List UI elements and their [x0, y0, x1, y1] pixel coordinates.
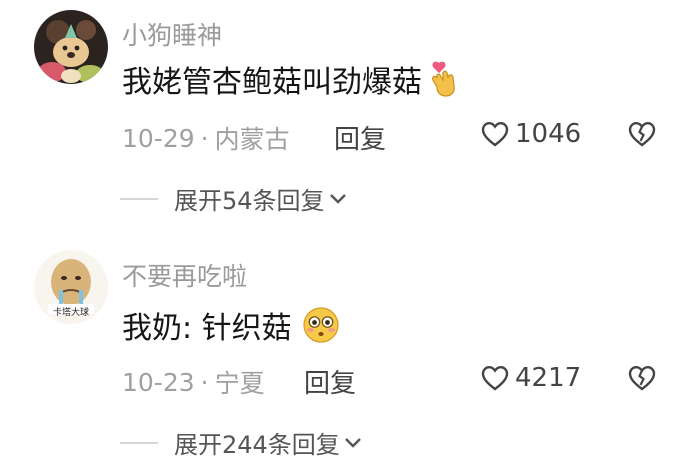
- comment-location: 内蒙古: [214, 125, 290, 154]
- comment-meta: 10-23 · 宁夏: [122, 364, 265, 400]
- chevron-down-icon: [344, 437, 362, 449]
- avatar[interactable]: 卡塔大球: [34, 250, 108, 324]
- comment-body: 我奶: 针织菇: [122, 311, 292, 346]
- divider-line: [120, 441, 158, 444]
- dislike-button[interactable]: [627, 121, 657, 147]
- heart-icon: [481, 121, 509, 147]
- expand-replies-label: 展开54条回复: [174, 187, 325, 215]
- avatar-image: [34, 10, 108, 84]
- like-count: 4217: [515, 363, 582, 393]
- flushed-face-emoji-icon: [302, 306, 340, 344]
- comment-text: 我奶: 针织菇: [122, 303, 340, 347]
- meta-separator: ·: [200, 367, 209, 397]
- username[interactable]: 不要再吃啦: [122, 257, 247, 293]
- chevron-down-icon: [329, 193, 347, 205]
- comment-date: 10-29: [122, 123, 195, 153]
- comment-location: 宁夏: [214, 369, 265, 398]
- like-button[interactable]: 4217: [481, 363, 581, 393]
- heart-icon: [481, 365, 509, 391]
- comment-body: 我姥管杏鲍菇叫劲爆菇: [122, 65, 422, 100]
- expand-replies[interactable]: 展开54条回复: [120, 181, 347, 216]
- avatar[interactable]: [34, 10, 108, 84]
- finger-heart-emoji-icon: [428, 60, 458, 98]
- comment-date: 10-23: [122, 367, 195, 397]
- meta-separator: ·: [200, 123, 209, 153]
- expand-replies-label: 展开244条回复: [174, 431, 340, 459]
- expand-replies[interactable]: 展开244条回复: [120, 425, 362, 459]
- reply-button[interactable]: 回复: [304, 363, 356, 400]
- comment-list: 小狗睡神 我姥管杏鲍菇叫劲爆菇 10-29 · 内蒙古 回复 1046 展开54…: [0, 0, 690, 459]
- divider-line: [120, 197, 158, 200]
- broken-heart-icon: [628, 121, 656, 147]
- comment-text: 我姥管杏鲍菇叫劲爆菇: [122, 57, 458, 101]
- like-button[interactable]: 1046: [481, 119, 581, 149]
- like-count: 1046: [515, 119, 582, 149]
- reply-button[interactable]: 回复: [334, 119, 386, 156]
- avatar-caption: 卡塔大球: [52, 308, 89, 318]
- username[interactable]: 小狗睡神: [122, 16, 222, 52]
- dislike-button[interactable]: [627, 365, 657, 391]
- comment-meta: 10-29 · 内蒙古: [122, 120, 290, 156]
- broken-heart-icon: [628, 365, 656, 391]
